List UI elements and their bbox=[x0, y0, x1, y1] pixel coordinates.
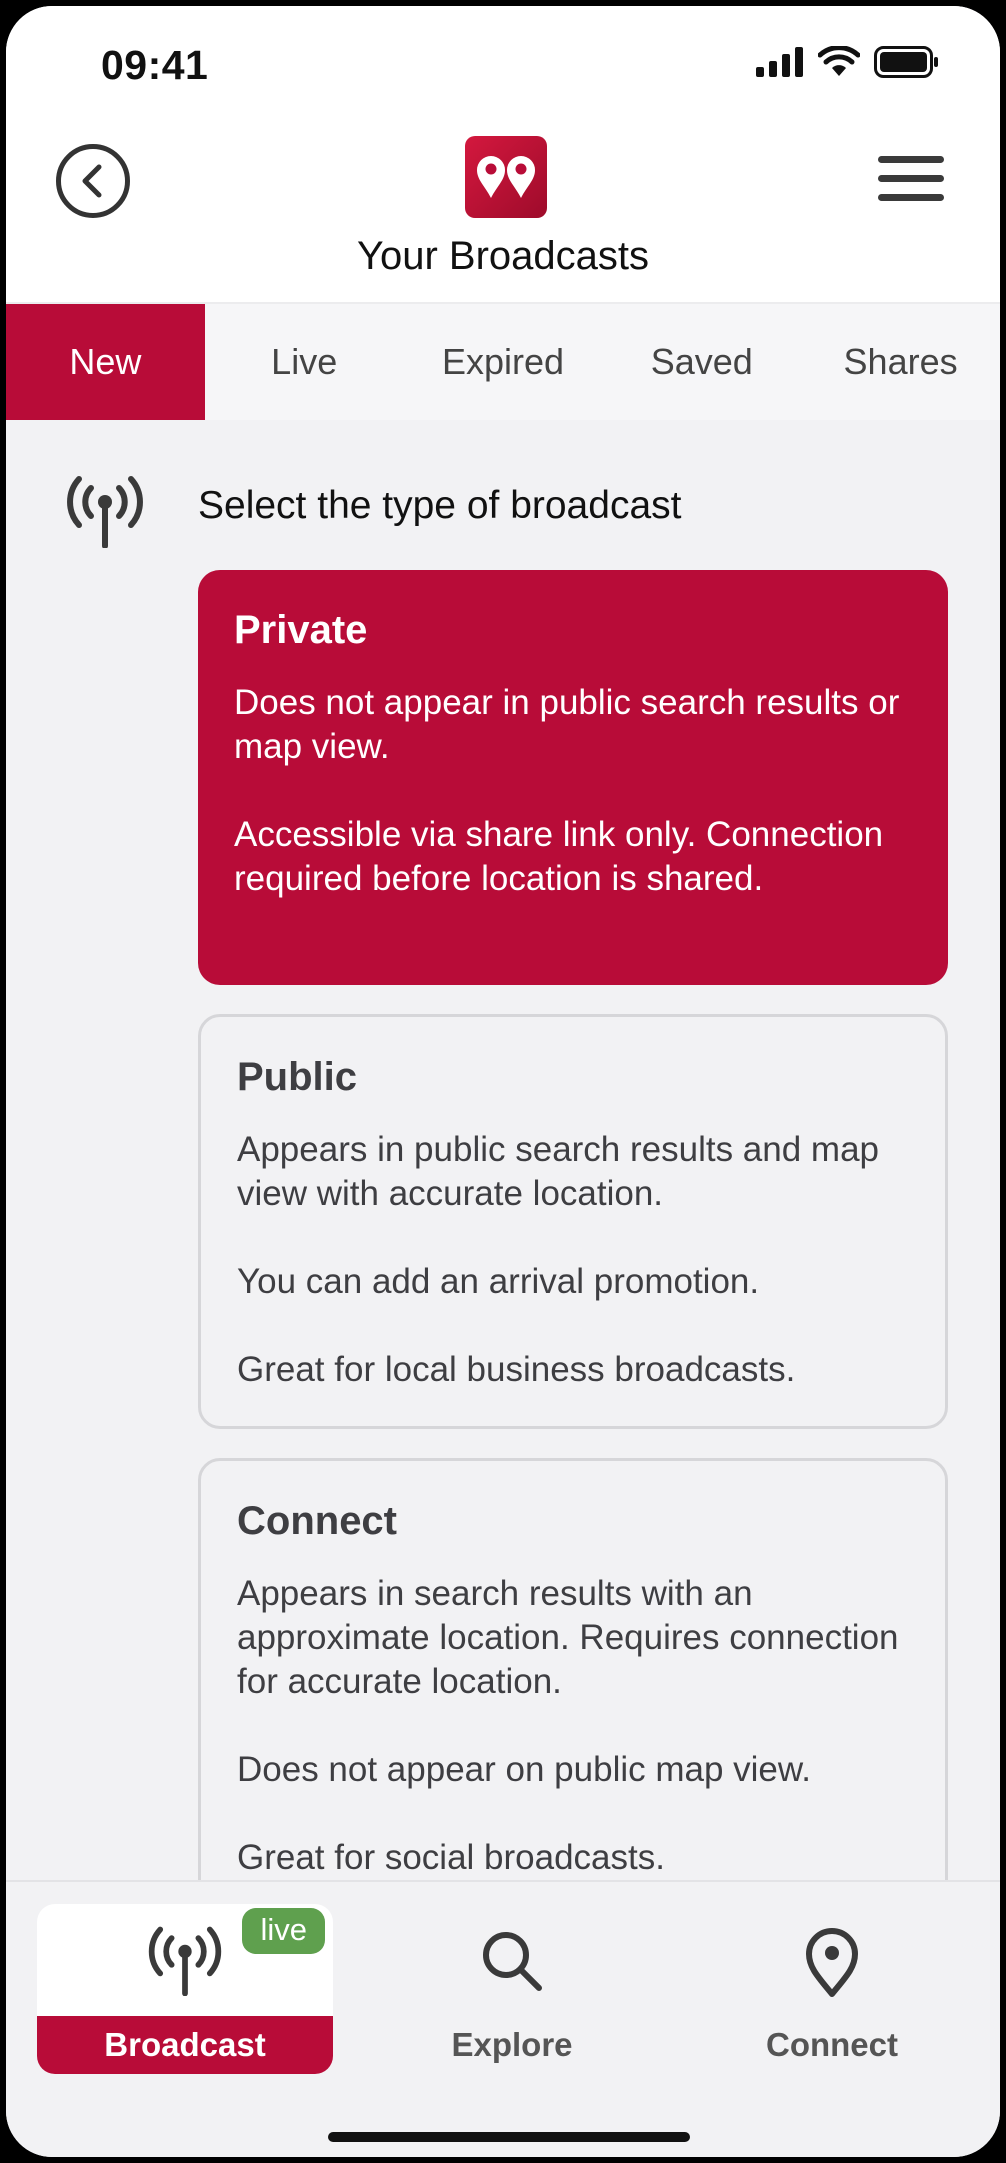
tab-expired[interactable]: Expired bbox=[404, 304, 603, 420]
tabbar-label: Connect bbox=[766, 2026, 898, 2063]
tabbar-item-explore[interactable]: Explore bbox=[364, 1904, 660, 2074]
tabbar-item-broadcast[interactable]: live Broadcast bbox=[37, 1904, 333, 2074]
menu-button[interactable] bbox=[878, 156, 948, 206]
live-badge: live bbox=[242, 1908, 325, 1954]
wifi-icon bbox=[818, 46, 860, 76]
app-logo bbox=[465, 136, 547, 218]
broadcast-type-card-private[interactable]: Private Does not appear in public search… bbox=[198, 570, 948, 985]
tabbar-item-connect[interactable]: Connect bbox=[684, 1904, 980, 2074]
card-description: Appears in public search results and map… bbox=[237, 1130, 880, 1389]
status-time: 09:41 bbox=[101, 42, 209, 88]
tabbar-label: Explore bbox=[451, 2026, 573, 2063]
card-title: Public bbox=[237, 1055, 358, 1099]
card-title: Private bbox=[234, 608, 368, 652]
location-pin-icon bbox=[806, 1928, 858, 1997]
broadcast-tabs: New Live Expired Saved Shares bbox=[6, 304, 1000, 420]
app-header: Your Broadcasts bbox=[6, 116, 1000, 304]
broadcast-type-card-public[interactable]: Public Appears in public search results … bbox=[198, 1014, 948, 1429]
tab-live[interactable]: Live bbox=[205, 304, 404, 420]
page-title: Your Broadcasts bbox=[356, 234, 650, 278]
status-bar: 09:41 bbox=[6, 6, 1000, 116]
broadcast-icon bbox=[148, 1926, 222, 1996]
device-screen: 09:41 Your Broadcasts New Live Expired S… bbox=[6, 6, 1000, 2157]
cellular-signal-icon bbox=[756, 47, 803, 77]
section-title: Select the type of broadcast bbox=[198, 484, 682, 527]
battery-icon bbox=[874, 46, 938, 78]
back-button[interactable] bbox=[56, 144, 130, 218]
tab-saved[interactable]: Saved bbox=[602, 304, 801, 420]
search-icon bbox=[483, 1932, 542, 1991]
chevron-left-icon bbox=[82, 164, 102, 198]
home-indicator bbox=[328, 2132, 690, 2142]
bottom-tab-bar: live Broadcast Explore Connect bbox=[6, 1880, 1000, 2157]
card-description: Does not appear in public search results… bbox=[234, 683, 900, 898]
tabbar-label: Broadcast bbox=[37, 2016, 333, 2074]
card-title: Connect bbox=[237, 1499, 397, 1543]
tab-shares[interactable]: Shares bbox=[801, 304, 1000, 420]
status-icons bbox=[756, 46, 940, 78]
hamburger-menu-icon bbox=[878, 156, 944, 163]
tab-new[interactable]: New bbox=[6, 304, 205, 420]
broadcast-icon bbox=[67, 476, 143, 548]
card-description: Appears in search results with an approx… bbox=[237, 1574, 899, 1877]
speech-bubbles-icon bbox=[477, 156, 535, 198]
